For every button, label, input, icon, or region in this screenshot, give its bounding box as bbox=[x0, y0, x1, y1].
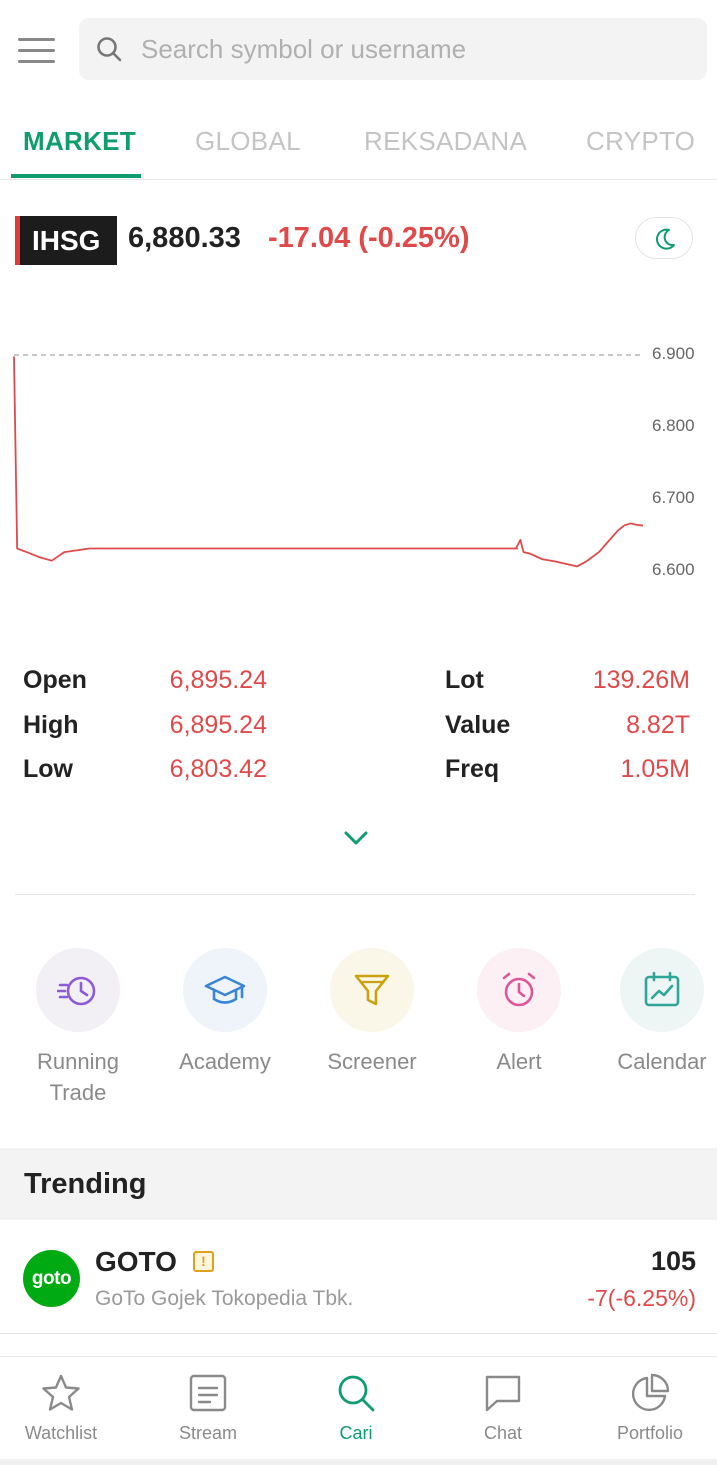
calendar-chart-icon bbox=[620, 948, 704, 1032]
nav-label: Stream bbox=[178, 1423, 238, 1443]
stock-change: -7(-6.25%) bbox=[587, 1285, 696, 1311]
running-trade-icon bbox=[36, 948, 120, 1032]
tab-global[interactable]: GLOBAL bbox=[195, 126, 301, 157]
market-tabs: MARKET GLOBAL REKSADANA CRYPTO bbox=[0, 108, 717, 180]
series-area bbox=[14, 356, 643, 570]
star-icon bbox=[42, 1374, 80, 1411]
quick-menu-label: Alert bbox=[496, 1049, 542, 1074]
nav-chat[interactable]: Chat bbox=[443, 1357, 563, 1460]
quick-menu-calendar[interactable]: Calendar bbox=[607, 948, 717, 1077]
active-tab-indicator bbox=[11, 174, 141, 178]
search-input[interactable] bbox=[141, 28, 681, 70]
menu-icon[interactable] bbox=[18, 36, 56, 64]
stat-value-value: 8.82T bbox=[626, 711, 690, 739]
stat-freq-value: 1.05M bbox=[620, 755, 690, 783]
index-change: -17.04 (-0.25%) bbox=[268, 222, 470, 254]
nav-watchlist[interactable]: Watchlist bbox=[1, 1357, 121, 1460]
nav-label: Portfolio bbox=[616, 1423, 684, 1443]
stream-icon bbox=[189, 1374, 227, 1412]
graduation-cap-icon bbox=[183, 948, 267, 1032]
trending-title: Trending bbox=[24, 1168, 147, 1200]
stock-price: 105 bbox=[650, 1246, 696, 1276]
y-tick-label: 6.800 bbox=[652, 416, 695, 435]
chat-bubble-icon bbox=[485, 1375, 521, 1412]
alarm-clock-icon bbox=[477, 948, 561, 1032]
index-line-chart bbox=[13, 354, 644, 570]
index-chart[interactable]: 6.900 6.800 6.700 6.600 bbox=[0, 330, 717, 600]
quick-menu-label: Screener bbox=[327, 1049, 417, 1074]
search-icon bbox=[338, 1375, 375, 1412]
stock-symbol: GOTO bbox=[95, 1246, 177, 1277]
quick-menu-academy[interactable]: Academy bbox=[170, 948, 280, 1077]
stat-open-value: 6,895.24 bbox=[169, 666, 267, 694]
section-divider bbox=[15, 894, 695, 895]
moon-icon bbox=[656, 228, 675, 250]
quick-menu-alert[interactable]: Alert bbox=[464, 948, 574, 1077]
nav-portfolio[interactable]: Portfolio bbox=[590, 1357, 710, 1460]
quick-menu-screener[interactable]: Screener bbox=[317, 948, 427, 1077]
stat-lot-label: Lot bbox=[445, 666, 484, 694]
stat-low-value: 6,803.42 bbox=[169, 755, 267, 783]
tab-market[interactable]: MARKET bbox=[23, 126, 136, 157]
theme-toggle-button[interactable] bbox=[635, 217, 693, 259]
index-symbol-badge[interactable]: IHSG bbox=[15, 216, 117, 265]
quick-menu-label: Running Trade bbox=[37, 1049, 119, 1105]
nav-label: Cari bbox=[339, 1423, 373, 1443]
stat-freq-label: Freq bbox=[445, 755, 500, 783]
tab-crypto[interactable]: CRYPTO bbox=[586, 126, 695, 157]
stock-logo: goto bbox=[23, 1250, 80, 1307]
stat-open-label: Open bbox=[23, 666, 87, 694]
y-tick-label: 6.700 bbox=[652, 488, 695, 507]
nav-stream[interactable]: Stream bbox=[148, 1357, 268, 1460]
series-line bbox=[13, 356, 644, 568]
quick-menu-running-trade[interactable]: Running Trade bbox=[23, 948, 133, 1108]
system-nav-strip bbox=[0, 1459, 717, 1465]
stat-value-label: Value bbox=[445, 711, 511, 739]
trending-stock-row[interactable]: goto GOTO ! GoTo Gojek Tokopedia Tbk. 10… bbox=[0, 1220, 717, 1334]
stock-company-name: GoTo Gojek Tokopedia Tbk. bbox=[95, 1287, 354, 1310]
chevron-down-icon[interactable] bbox=[342, 828, 370, 848]
pie-chart-icon bbox=[631, 1373, 670, 1412]
funnel-icon bbox=[330, 948, 414, 1032]
nav-label: Chat bbox=[483, 1423, 523, 1443]
nav-label: Watchlist bbox=[24, 1423, 98, 1443]
warning-flag-icon: ! bbox=[193, 1251, 214, 1272]
index-price: 6,880.33 bbox=[128, 222, 241, 254]
nav-cari[interactable]: Cari bbox=[296, 1357, 416, 1460]
top-bar bbox=[0, 0, 717, 100]
trending-header: Trending bbox=[0, 1148, 717, 1220]
search-bar[interactable] bbox=[79, 18, 707, 80]
stat-high-value: 6,895.24 bbox=[169, 711, 267, 739]
quick-menu-label: Calendar bbox=[617, 1049, 707, 1074]
stat-low-label: Low bbox=[23, 755, 73, 783]
quick-menu-label: Academy bbox=[179, 1049, 271, 1074]
search-icon bbox=[97, 37, 122, 62]
y-tick-label: 6.900 bbox=[652, 344, 695, 363]
y-tick-label: 6.600 bbox=[652, 560, 695, 579]
bottom-navigation: Watchlist Stream Cari Chat Portfolio bbox=[0, 1356, 717, 1459]
stat-lot-value: 139.26M bbox=[592, 666, 690, 694]
stat-high-label: High bbox=[23, 711, 79, 739]
tab-reksadana[interactable]: REKSADANA bbox=[364, 126, 527, 157]
